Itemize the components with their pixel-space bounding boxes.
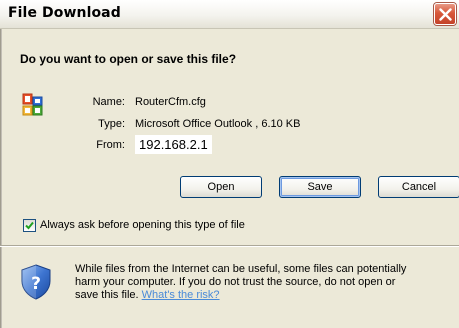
warning-line-3-text: save this file. — [75, 289, 142, 301]
shield-question-icon: ? — [21, 264, 51, 300]
always-ask-checkbox[interactable] — [23, 219, 36, 232]
name-row: Name: RouterCfm.cfg — [0, 96, 456, 110]
title-bar[interactable]: File Download — [0, 0, 459, 29]
checkmark-icon — [25, 221, 34, 230]
warning-line-1: While files from the Internet can be use… — [75, 263, 407, 275]
security-warning: While files from the Internet can be use… — [75, 263, 455, 302]
type-row: Type: Microsoft Office Outlook , 6.10 KB — [0, 118, 456, 132]
warning-line-2: harm your computer. If you do not trust … — [75, 276, 396, 288]
always-ask-label[interactable]: Always ask before opening this type of f… — [40, 219, 245, 231]
dialog-question: Do you want to open or save this file? — [20, 52, 237, 66]
window-frame-left — [0, 29, 2, 328]
cancel-button[interactable]: Cancel — [378, 176, 459, 198]
separator-highlight — [0, 246, 459, 247]
type-label: Type: — [98, 118, 125, 130]
close-button[interactable] — [434, 3, 456, 25]
close-icon — [439, 8, 452, 21]
source-address-value: 192.168.2.1 — [135, 135, 212, 154]
from-label: From: — [96, 139, 125, 151]
save-button[interactable]: Save — [279, 176, 361, 198]
file-name-value: RouterCfm.cfg — [135, 96, 206, 108]
file-type-value: Microsoft Office Outlook , 6.10 KB — [135, 118, 301, 130]
open-button[interactable]: Open — [180, 176, 262, 198]
name-label: Name: — [92, 96, 125, 108]
svg-text:?: ? — [31, 274, 41, 294]
whats-the-risk-link[interactable]: What's the risk? — [142, 289, 220, 301]
warning-line-3: save this file. What's the risk? — [75, 289, 455, 302]
window-title: File Download — [8, 5, 121, 21]
from-row: From: — [0, 139, 456, 153]
file-download-dialog: File Download Do you want to open or sav… — [0, 0, 459, 328]
